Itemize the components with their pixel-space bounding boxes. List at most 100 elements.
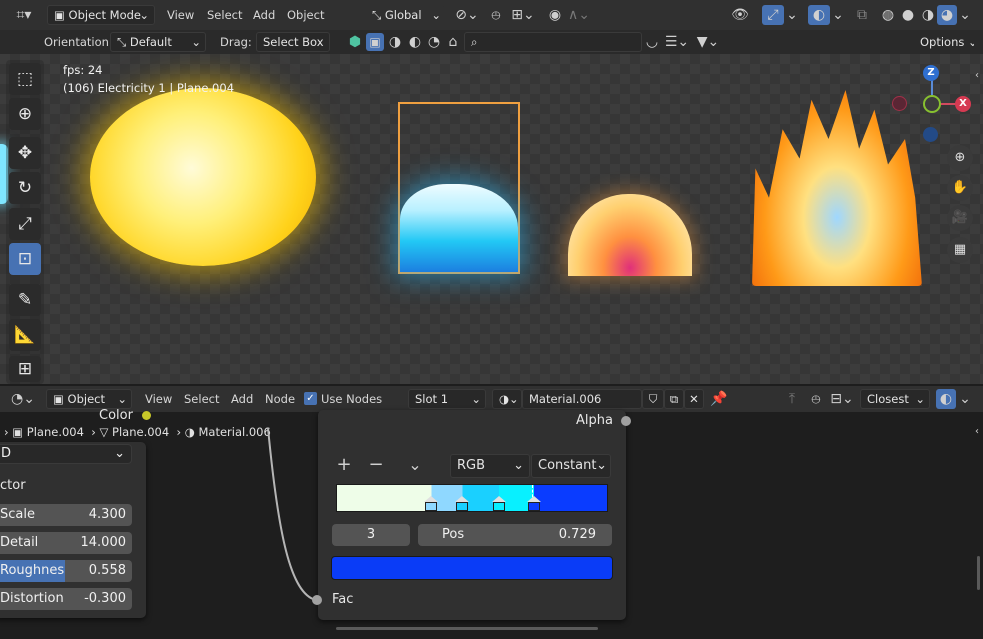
perspective-grid-icon[interactable]: ▦ (947, 237, 973, 263)
camera-icon[interactable]: 🎥 (947, 205, 973, 231)
ramp-stop-marker[interactable] (492, 496, 506, 512)
chevron-down-icon[interactable]: ⌄ (832, 5, 844, 25)
fps-readout: fps: 24 (63, 63, 103, 77)
cursor-tool-icon[interactable]: ⊕ (9, 98, 41, 130)
active-stop-index[interactable]: 3 (332, 524, 410, 546)
filter-mode-icon[interactable]: ◡ (642, 32, 662, 52)
axis-z-dot[interactable]: Z (923, 65, 939, 81)
duplicate-icon[interactable]: ⧉ (664, 389, 684, 409)
chevron-down-icon: ⌄ (191, 35, 201, 49)
menu-view[interactable]: View (167, 5, 194, 25)
shading-mode-icon-3[interactable]: ◔ (425, 32, 443, 52)
unlink-icon[interactable]: ✕ (684, 389, 704, 409)
overlays-icon[interactable]: ◐ (808, 5, 830, 25)
chevron-down-icon: ⌄ (513, 458, 524, 473)
ramp-stop-marker[interactable] (424, 496, 438, 512)
use-nodes-checkbox[interactable]: ✓ (304, 392, 317, 405)
solid-shading-icon[interactable]: ● (898, 5, 918, 25)
snap-node-icon[interactable]: ⦺ (806, 389, 826, 409)
selected-color-swatch[interactable] (331, 556, 613, 580)
axis-neg-z-dot[interactable] (923, 127, 938, 142)
horizontal-scrollbar[interactable] (336, 627, 598, 630)
annotate-tool-icon[interactable]: ✎ (9, 284, 41, 316)
material-browse-button[interactable]: ◑⌄ (492, 389, 522, 409)
scale-tool-icon[interactable]: ⤢ (9, 208, 41, 240)
node-menu-add[interactable]: Add (231, 389, 253, 409)
parent-node-tree-icon[interactable]: ⤒ (782, 389, 802, 409)
move-tool-icon[interactable]: ✥ (9, 137, 41, 169)
transform-tool-icon[interactable]: ⊡ (9, 243, 41, 275)
alpha-output-socket[interactable] (621, 416, 631, 426)
node-editor-type-icon[interactable]: ◔⌄ (6, 389, 40, 409)
node-menu-select[interactable]: Select (184, 389, 219, 409)
slot-dropdown[interactable]: Slot 1 ⌄ (408, 389, 486, 409)
pivot-icon[interactable]: ⊘⌄ (452, 5, 482, 25)
filter-icon[interactable]: ▼⌄ (694, 32, 722, 52)
remove-stop-icon[interactable]: − (366, 455, 386, 475)
material-shading-icon[interactable]: ◑ (918, 5, 938, 25)
shading-mode-icon-2[interactable]: ◐ (406, 32, 424, 52)
color-mode-dropdown[interactable]: RGB ⌄ (450, 454, 530, 478)
use-nodes-label[interactable]: Use Nodes (321, 389, 382, 409)
fac-input-socket[interactable] (312, 595, 322, 605)
brush-icon[interactable]: ⌂ (444, 32, 462, 52)
select-tool-icon[interactable]: ⬚ (9, 63, 41, 95)
rendered-shading-icon[interactable]: ◕ (937, 5, 957, 25)
select-box-icon[interactable]: ▣ (366, 33, 384, 51)
zoom-icon[interactable]: ⊕ (947, 145, 973, 171)
chevron-down-icon[interactable]: ⌄ (958, 5, 972, 25)
drag-dropdown[interactable]: Select Box (256, 32, 330, 52)
nav-gizmo[interactable]: Z X (892, 64, 974, 146)
axis-neg-x-dot[interactable] (892, 96, 907, 111)
editor-type-icon[interactable]: ⌗▾ (8, 5, 40, 25)
menu-select[interactable]: Select (207, 5, 242, 25)
measure-tool-icon[interactable]: 📐 (9, 319, 41, 351)
shading-mode-icon-1[interactable]: ◑ (386, 32, 404, 52)
fake-user-icon[interactable]: ⛉ (642, 389, 664, 409)
node-menu-view[interactable]: View (145, 389, 172, 409)
search-field[interactable]: ⌕ (464, 32, 642, 52)
pan-hand-icon[interactable]: ✋ (947, 175, 973, 201)
blue-flame (400, 184, 518, 272)
node-sidebar-toggle-icon[interactable]: ‹ (972, 422, 982, 442)
snap-node-target-icon[interactable]: ⊟⌄ (828, 389, 856, 409)
sort-icon[interactable]: ☰⌄ (664, 32, 690, 52)
node-menu-node[interactable]: Node (265, 389, 295, 409)
viewport-canvas[interactable] (0, 54, 983, 384)
node-overlay-icon[interactable]: ◐ (936, 389, 956, 409)
orientation-dropdown[interactable]: ⤡ Default ⌄ (110, 32, 206, 52)
ramp-stop-marker[interactable] (527, 496, 541, 512)
chevron-down-icon[interactable]: ⌄ (958, 389, 972, 409)
material-name-field[interactable]: Material.006 (522, 389, 642, 409)
orientation-icon: ⤡ (372, 8, 385, 22)
snap-icon[interactable]: ⦺ (486, 5, 506, 25)
falloff-icon[interactable]: ∧⌄ (567, 5, 591, 25)
axis-x-dot[interactable]: X (955, 96, 971, 112)
rotate-tool-icon[interactable]: ↻ (9, 172, 41, 204)
ramp-stop-marker[interactable] (455, 496, 469, 512)
interpolation-dropdown[interactable]: Closest ⌄ (860, 389, 930, 409)
options-dropdown[interactable]: Options ⌄ (913, 32, 975, 52)
vertical-scrollbar[interactable] (977, 556, 980, 590)
chevron-down-icon[interactable]: ⌄ (786, 5, 798, 25)
snap-target-icon[interactable]: ⊞⌄ (508, 5, 538, 25)
xray-icon[interactable]: ⧉ (852, 5, 872, 25)
wireframe-shading-icon[interactable]: ◍ (878, 5, 898, 25)
menu-add[interactable]: Add (253, 5, 275, 25)
sidebar-toggle-icon[interactable]: ‹ (972, 66, 982, 86)
pin-icon[interactable]: 📌 (710, 389, 728, 409)
menu-object[interactable]: Object (287, 5, 324, 25)
blue-flame-plane[interactable] (398, 102, 520, 274)
axis-y-dot[interactable] (923, 95, 941, 113)
gizmo-icon[interactable]: ⤢ (762, 5, 784, 25)
add-stop-icon[interactable]: + (334, 455, 354, 475)
mode-dropdown[interactable]: ▣ Object Mode ⌄ (47, 5, 155, 25)
proportional-edit-icon[interactable]: ◉ (545, 5, 565, 25)
object-type-icon[interactable]: ⬢ (346, 32, 364, 52)
add-cube-tool-icon[interactable]: ⊞ (9, 356, 41, 382)
object-icon: ▣ (53, 392, 68, 406)
position-field[interactable]: Pos 0.729 (418, 524, 612, 546)
ramp-interpolation-dropdown[interactable]: Constant ⌄ (531, 454, 611, 478)
ramp-menu-chevron-icon[interactable]: ⌄ (404, 455, 426, 475)
transform-orientation-dropdown[interactable]: ⤡ Global ⌄ (365, 5, 445, 25)
